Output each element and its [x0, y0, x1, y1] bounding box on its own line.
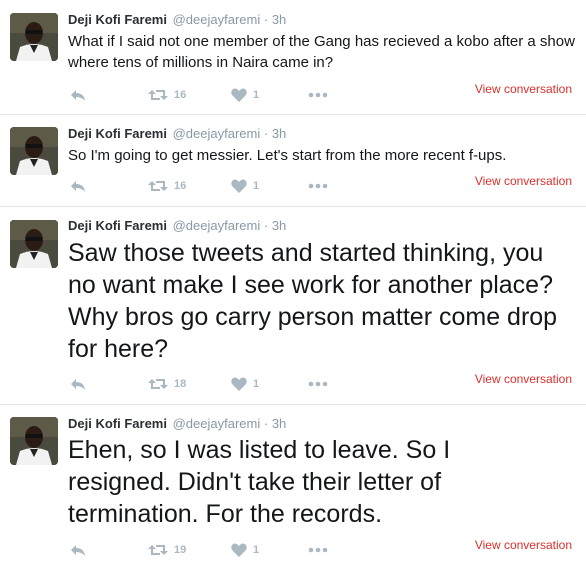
tweet-header: Deji Kofi Faremi @deejayfaremi · 3h — [68, 416, 286, 432]
user-handle[interactable]: @deejayfaremi — [173, 12, 261, 27]
like-count: 1 — [253, 89, 260, 101]
more-button[interactable] — [308, 176, 328, 196]
avatar[interactable] — [10, 127, 58, 175]
avatar-image — [10, 417, 58, 465]
user-name[interactable]: Deji Kofi Faremi — [68, 126, 167, 141]
more-dots-icon — [308, 183, 328, 189]
more-dots-icon — [308, 92, 328, 98]
avatar[interactable] — [10, 13, 58, 61]
avatar-image — [10, 13, 58, 61]
view-conversation-link[interactable]: View conversation — [475, 174, 572, 188]
more-button[interactable] — [308, 374, 328, 394]
separator: · — [263, 416, 269, 431]
user-name[interactable]: Deji Kofi Faremi — [68, 416, 167, 431]
user-name[interactable]: Deji Kofi Faremi — [68, 12, 167, 27]
view-conversation-link[interactable]: View conversation — [475, 372, 572, 386]
tweet-text: Ehen, so I was listed to leave. So I res… — [68, 436, 451, 528]
retweet-button[interactable]: 16 — [148, 85, 186, 105]
retweet-count: 19 — [174, 544, 187, 556]
user-handle[interactable]: @deejayfaremi — [173, 416, 261, 431]
like-button[interactable]: 1 — [231, 374, 259, 394]
tweet[interactable]: Deji Kofi Faremi @deejayfaremi · 3h Ehen… — [0, 405, 586, 572]
retweet-count: 16 — [174, 180, 187, 192]
tweet-header: Deji Kofi Faremi @deejayfaremi · 3h — [68, 12, 286, 28]
like-count: 1 — [253, 180, 260, 192]
reply-icon — [71, 181, 85, 192]
retweet-icon — [148, 181, 168, 191]
retweet-button[interactable]: 16 — [148, 176, 186, 196]
reply-button[interactable] — [70, 374, 86, 394]
tweet-text: So I'm going to get messier. Let's start… — [68, 147, 507, 164]
reply-button[interactable] — [70, 85, 86, 105]
tweet-actions: 18 1 — [68, 374, 368, 394]
avatar-image — [10, 220, 58, 268]
view-conversation-link[interactable]: View conversation — [475, 538, 572, 552]
tweet-actions: 16 1 — [68, 85, 368, 105]
more-dots-icon — [308, 547, 328, 553]
timestamp[interactable]: 3h — [272, 12, 286, 27]
reply-button[interactable] — [70, 176, 86, 196]
retweet-icon — [148, 379, 168, 389]
heart-icon — [231, 88, 247, 102]
avatar[interactable] — [10, 417, 58, 465]
tweet-actions: 19 1 — [68, 540, 368, 560]
tweet-text: What if I said not one member of the Gan… — [68, 33, 575, 71]
retweet-count: 18 — [174, 378, 187, 390]
timestamp[interactable]: 3h — [272, 416, 286, 431]
retweet-button[interactable]: 19 — [148, 540, 186, 560]
heart-icon — [231, 377, 247, 391]
tweet-text: Saw those tweets and started thinking, y… — [68, 239, 558, 363]
reply-icon — [71, 90, 85, 101]
retweet-button[interactable]: 18 — [148, 374, 186, 394]
user-handle[interactable]: @deejayfaremi — [173, 218, 261, 233]
separator: · — [263, 12, 269, 27]
timestamp[interactable]: 3h — [272, 218, 286, 233]
separator: · — [263, 126, 269, 141]
like-button[interactable]: 1 — [231, 176, 259, 196]
reply-button[interactable] — [70, 540, 86, 560]
separator: · — [263, 218, 269, 233]
tweet-header: Deji Kofi Faremi @deejayfaremi · 3h — [68, 126, 286, 142]
user-handle[interactable]: @deejayfaremi — [173, 126, 261, 141]
more-button[interactable] — [308, 540, 328, 560]
user-name[interactable]: Deji Kofi Faremi — [68, 218, 167, 233]
tweet[interactable]: Deji Kofi Faremi @deejayfaremi · 3h What… — [0, 0, 586, 115]
heart-icon — [231, 179, 247, 193]
timestamp[interactable]: 3h — [272, 126, 286, 141]
view-conversation-link[interactable]: View conversation — [475, 82, 572, 96]
avatar-image — [10, 127, 58, 175]
tweet[interactable]: Deji Kofi Faremi @deejayfaremi · 3h Saw … — [0, 207, 586, 405]
retweet-icon — [148, 90, 168, 100]
reply-icon — [71, 545, 85, 556]
more-button[interactable] — [308, 85, 328, 105]
like-count: 1 — [253, 378, 260, 390]
tweet-header: Deji Kofi Faremi @deejayfaremi · 3h — [68, 218, 286, 234]
reply-icon — [71, 379, 85, 390]
like-count: 1 — [253, 544, 260, 556]
like-button[interactable]: 1 — [231, 85, 259, 105]
more-dots-icon — [308, 381, 328, 387]
tweet-actions: 16 1 — [68, 176, 368, 196]
heart-icon — [231, 543, 247, 557]
retweet-icon — [148, 545, 168, 555]
retweet-count: 16 — [174, 89, 187, 101]
avatar[interactable] — [10, 220, 58, 268]
like-button[interactable]: 1 — [231, 540, 259, 560]
tweet[interactable]: Deji Kofi Faremi @deejayfaremi · 3h So I… — [0, 115, 586, 207]
